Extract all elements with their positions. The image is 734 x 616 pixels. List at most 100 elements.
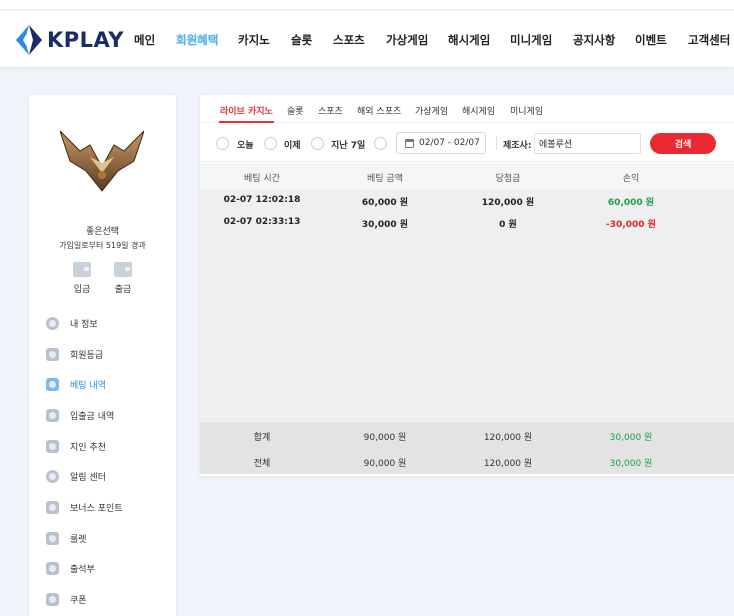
subtotal-win: 120,000 원 — [483, 433, 533, 443]
attendance-icon — [46, 561, 59, 575]
username: 좋은선택 — [85, 227, 120, 237]
top-strip — [0, 0, 734, 10]
filter-bar: 오늘 이제 지난 7일 02/07 - 02/07 제조사: 검색 — [200, 124, 734, 162]
tab-sports[interactable]: 스포츠 — [318, 104, 343, 117]
nav-item-event[interactable]: 이벤트 — [635, 32, 667, 48]
nav-item-mini[interactable]: 미니게임 — [510, 32, 552, 48]
wallet-icon — [46, 408, 59, 422]
maker-input[interactable] — [534, 133, 641, 154]
tab-overseas-sports[interactable]: 해외 스포츠 — [357, 104, 401, 117]
column-header-win: 당첨금 — [495, 174, 521, 184]
sidebar-item-label: 출석부 — [70, 564, 95, 575]
radio-last-7-days[interactable] — [311, 137, 324, 150]
withdraw-label: 출금 — [114, 285, 132, 295]
referral-icon — [46, 439, 59, 453]
subtotal-bet: 90,000 원 — [363, 433, 407, 443]
sidebar-item-label: 알림 센터 — [70, 472, 106, 483]
tab-virtual-game[interactable]: 가상게임 — [415, 104, 448, 117]
radio-yesterday[interactable] — [264, 137, 277, 150]
column-header-bet: 베팅 금액 — [367, 174, 403, 184]
nav-item-slot[interactable]: 슬롯 — [291, 32, 312, 48]
nav-item-benefits[interactable]: 회원혜택 — [176, 32, 218, 48]
subtotal-label: 합계 — [253, 433, 271, 443]
radio-yesterday-label: 이제 — [284, 141, 301, 151]
sidebar-item-label: 보너스 포인트 — [70, 503, 123, 514]
nav-item-main[interactable]: 메인 — [134, 32, 155, 48]
tab-slot[interactable]: 슬롯 — [287, 104, 304, 117]
member-days: 가입일로부터 519일 경과 — [59, 241, 146, 250]
nav-item-support[interactable]: 고객센터 — [688, 32, 730, 48]
divider — [496, 136, 497, 150]
radio-custom-range[interactable] — [374, 137, 387, 150]
active-tab-indicator — [219, 121, 274, 123]
table-row: 02-07 12:02:18 60,000 원 120,000 원 60,000… — [200, 189, 734, 211]
subtotal-row: 합계 90,000 원 120,000 원 30,000 원 — [200, 422, 734, 448]
betting-history-icon — [46, 377, 59, 391]
sidebar-item-label: 룰렛 — [70, 534, 87, 545]
search-button[interactable]: 검색 — [650, 133, 716, 154]
tab-live-casino[interactable]: 라이브 카지노 — [220, 104, 273, 117]
sidebar-item-bonus[interactable]: 보너스 포인트 — [46, 499, 123, 515]
bonus-icon — [46, 500, 59, 514]
tab-mini-game[interactable]: 미니게임 — [510, 104, 543, 117]
nav-item-sports[interactable]: 스포츠 — [333, 32, 365, 48]
roulette-icon — [46, 531, 59, 545]
sidebar-item-label: 회원등급 — [70, 350, 104, 361]
total-profit: 30,000 원 — [609, 459, 653, 469]
sidebar-item-my-info[interactable]: 내 정보 — [46, 315, 98, 331]
nav-item-casino[interactable]: 카지노 — [238, 32, 270, 48]
sidebar-item-grade[interactable]: 회원등급 — [46, 346, 103, 362]
sidebar-item-label: 입출금 내역 — [70, 411, 115, 422]
total-row: 전체 90,000 원 120,000 원 30,000 원 — [200, 448, 734, 474]
sidebar-item-label: 쿠폰 — [70, 595, 87, 606]
total-win: 120,000 원 — [483, 459, 533, 469]
sidebar: 좋은선택 가입일로부터 519일 경과 입금 출금 내 정보 회원등급 베팅 내… — [29, 95, 176, 616]
row-win: 0 원 — [499, 220, 517, 230]
deposit-label: 입금 — [73, 285, 91, 295]
sidebar-item-referral[interactable]: 지인 추천 — [46, 438, 106, 454]
rank-emblem-icon — [60, 130, 144, 192]
coupon-icon — [46, 592, 59, 606]
row-win: 120,000 원 — [481, 198, 535, 208]
row-bet: 60,000 원 — [361, 198, 409, 208]
sidebar-item-attendance[interactable]: 출석부 — [46, 560, 95, 576]
column-header-profit: 손익 — [622, 174, 640, 184]
row-profit: -30,000 원 — [606, 220, 656, 230]
betting-history-panel: 라이브 카지노 슬롯 스포츠 해외 스포츠 가상게임 해시게임 미니게임 오늘 … — [200, 95, 734, 476]
nav-item-virtual[interactable]: 가상게임 — [386, 32, 428, 48]
nav-item-hash[interactable]: 해시게임 — [448, 32, 490, 48]
radio-today-label: 오늘 — [237, 141, 254, 151]
subtotal-profit: 30,000 원 — [609, 433, 653, 443]
withdraw-button[interactable]: 출금 — [111, 262, 135, 295]
withdraw-icon — [114, 262, 132, 277]
row-bet: 30,000 원 — [361, 220, 409, 230]
sidebar-item-roulette[interactable]: 룰렛 — [46, 530, 87, 546]
tab-hash-game[interactable]: 해시게임 — [462, 104, 495, 117]
sidebar-item-label: 내 정보 — [70, 319, 98, 330]
notification-icon — [46, 469, 59, 483]
sidebar-item-label: 베팅 내역 — [70, 380, 106, 391]
calendar-icon — [405, 138, 414, 148]
header: KPLAY 메인 회원혜택 카지노 슬롯 스포츠 가상게임 해시게임 미니게임 … — [0, 11, 734, 68]
date-range-picker[interactable]: 02/07 - 02/07 — [396, 132, 486, 154]
profile-icon — [46, 316, 59, 330]
sidebar-item-betting-history[interactable]: 베팅 내역 — [46, 376, 106, 392]
row-time: 02-07 12:02:18 — [223, 195, 301, 205]
game-tabs: 라이브 카지노 슬롯 스포츠 해외 스포츠 가상게임 해시게임 미니게임 — [200, 95, 734, 123]
deposit-button[interactable]: 입금 — [70, 262, 94, 295]
sidebar-item-label: 지인 추천 — [70, 442, 106, 453]
sidebar-item-coupon[interactable]: 쿠폰 — [46, 591, 87, 607]
column-header-time: 베팅 시간 — [244, 174, 280, 184]
nav-item-notice[interactable]: 공지사항 — [573, 32, 615, 48]
radio-today[interactable] — [216, 137, 229, 150]
date-range-value: 02/07 - 02/07 — [419, 138, 480, 148]
sidebar-item-notifications[interactable]: 알림 센터 — [46, 468, 106, 484]
main-nav: 메인 회원혜택 카지노 슬롯 스포츠 가상게임 해시게임 미니게임 공지사항 이… — [0, 11, 734, 68]
table-row: 02-07 02:33:13 30,000 원 0 원 -30,000 원 — [200, 211, 734, 233]
total-label: 전체 — [253, 459, 271, 469]
grade-icon — [46, 347, 59, 361]
maker-label: 제조사: — [503, 141, 532, 151]
total-bet: 90,000 원 — [363, 459, 407, 469]
table-header: 베팅 시간 베팅 금액 당첨금 손익 — [200, 163, 734, 189]
sidebar-item-transactions[interactable]: 입출금 내역 — [46, 407, 114, 423]
